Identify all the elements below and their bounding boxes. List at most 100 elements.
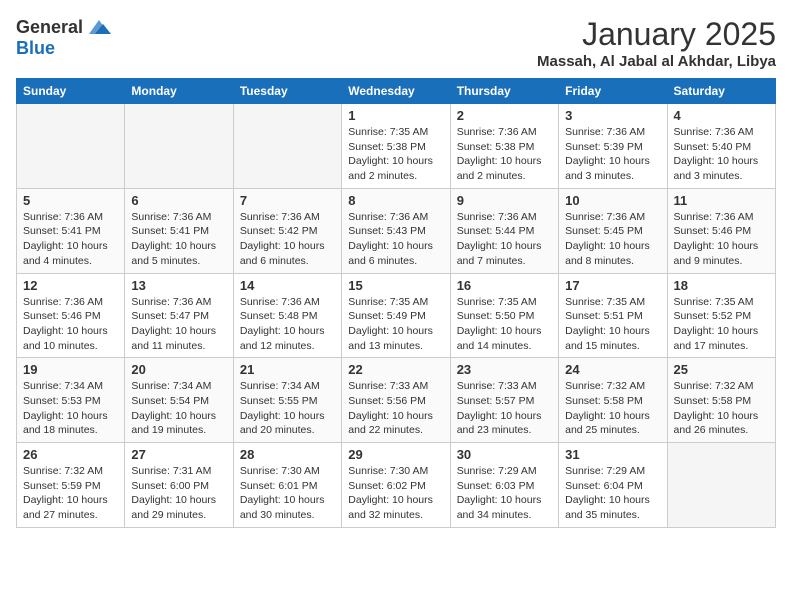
table-row: 24 Sunrise: 7:32 AMSunset: 5:58 PMDaylig… (559, 358, 667, 443)
table-row: 13 Sunrise: 7:36 AMSunset: 5:47 PMDaylig… (125, 273, 233, 358)
day-number: 25 (674, 362, 769, 377)
day-number: 28 (240, 447, 335, 462)
col-thursday: Thursday (450, 79, 558, 104)
day-number: 8 (348, 193, 443, 208)
table-row: 10 Sunrise: 7:36 AMSunset: 5:45 PMDaylig… (559, 188, 667, 273)
day-number: 3 (565, 108, 660, 123)
col-sunday: Sunday (17, 79, 125, 104)
table-row: 30 Sunrise: 7:29 AMSunset: 6:03 PMDaylig… (450, 443, 558, 528)
day-info: Sunrise: 7:31 AMSunset: 6:00 PMDaylight:… (131, 465, 216, 521)
day-number: 15 (348, 278, 443, 293)
table-row: 9 Sunrise: 7:36 AMSunset: 5:44 PMDayligh… (450, 188, 558, 273)
logo-general-text: General (16, 17, 83, 38)
day-number: 2 (457, 108, 552, 123)
day-info: Sunrise: 7:29 AMSunset: 6:03 PMDaylight:… (457, 465, 542, 521)
table-row: 11 Sunrise: 7:36 AMSunset: 5:46 PMDaylig… (667, 188, 775, 273)
logo: General Blue (16, 16, 113, 59)
day-info: Sunrise: 7:36 AMSunset: 5:48 PMDaylight:… (240, 296, 325, 352)
table-row: 15 Sunrise: 7:35 AMSunset: 5:49 PMDaylig… (342, 273, 450, 358)
day-info: Sunrise: 7:36 AMSunset: 5:41 PMDaylight:… (23, 211, 108, 267)
col-saturday: Saturday (667, 79, 775, 104)
day-info: Sunrise: 7:33 AMSunset: 5:57 PMDaylight:… (457, 380, 542, 436)
day-number: 4 (674, 108, 769, 123)
calendar-header-row: Sunday Monday Tuesday Wednesday Thursday… (17, 79, 776, 104)
day-number: 13 (131, 278, 226, 293)
day-number: 18 (674, 278, 769, 293)
calendar-week-2: 5 Sunrise: 7:36 AMSunset: 5:41 PMDayligh… (17, 188, 776, 273)
table-row: 19 Sunrise: 7:34 AMSunset: 5:53 PMDaylig… (17, 358, 125, 443)
day-info: Sunrise: 7:36 AMSunset: 5:46 PMDaylight:… (674, 211, 759, 267)
calendar-week-4: 19 Sunrise: 7:34 AMSunset: 5:53 PMDaylig… (17, 358, 776, 443)
table-row: 12 Sunrise: 7:36 AMSunset: 5:46 PMDaylig… (17, 273, 125, 358)
day-number: 21 (240, 362, 335, 377)
logo-icon (85, 16, 113, 38)
day-number: 31 (565, 447, 660, 462)
table-row: 16 Sunrise: 7:35 AMSunset: 5:50 PMDaylig… (450, 273, 558, 358)
table-row: 25 Sunrise: 7:32 AMSunset: 5:58 PMDaylig… (667, 358, 775, 443)
day-info: Sunrise: 7:36 AMSunset: 5:46 PMDaylight:… (23, 296, 108, 352)
day-number: 22 (348, 362, 443, 377)
day-info: Sunrise: 7:36 AMSunset: 5:45 PMDaylight:… (565, 211, 650, 267)
day-info: Sunrise: 7:32 AMSunset: 5:58 PMDaylight:… (674, 380, 759, 436)
day-info: Sunrise: 7:29 AMSunset: 6:04 PMDaylight:… (565, 465, 650, 521)
col-wednesday: Wednesday (342, 79, 450, 104)
day-info: Sunrise: 7:36 AMSunset: 5:39 PMDaylight:… (565, 126, 650, 182)
day-number: 6 (131, 193, 226, 208)
calendar-week-5: 26 Sunrise: 7:32 AMSunset: 5:59 PMDaylig… (17, 443, 776, 528)
col-friday: Friday (559, 79, 667, 104)
table-row (233, 104, 341, 189)
day-info: Sunrise: 7:30 AMSunset: 6:01 PMDaylight:… (240, 465, 325, 521)
table-row: 14 Sunrise: 7:36 AMSunset: 5:48 PMDaylig… (233, 273, 341, 358)
day-number: 30 (457, 447, 552, 462)
day-number: 26 (23, 447, 118, 462)
day-info: Sunrise: 7:36 AMSunset: 5:38 PMDaylight:… (457, 126, 542, 182)
table-row: 6 Sunrise: 7:36 AMSunset: 5:41 PMDayligh… (125, 188, 233, 273)
day-info: Sunrise: 7:32 AMSunset: 5:59 PMDaylight:… (23, 465, 108, 521)
table-row: 5 Sunrise: 7:36 AMSunset: 5:41 PMDayligh… (17, 188, 125, 273)
day-info: Sunrise: 7:33 AMSunset: 5:56 PMDaylight:… (348, 380, 433, 436)
day-number: 19 (23, 362, 118, 377)
day-number: 20 (131, 362, 226, 377)
day-number: 27 (131, 447, 226, 462)
table-row: 1 Sunrise: 7:35 AMSunset: 5:38 PMDayligh… (342, 104, 450, 189)
table-row: 21 Sunrise: 7:34 AMSunset: 5:55 PMDaylig… (233, 358, 341, 443)
col-tuesday: Tuesday (233, 79, 341, 104)
table-row: 4 Sunrise: 7:36 AMSunset: 5:40 PMDayligh… (667, 104, 775, 189)
table-row: 26 Sunrise: 7:32 AMSunset: 5:59 PMDaylig… (17, 443, 125, 528)
day-number: 10 (565, 193, 660, 208)
day-info: Sunrise: 7:35 AMSunset: 5:38 PMDaylight:… (348, 126, 433, 182)
day-number: 17 (565, 278, 660, 293)
day-number: 5 (23, 193, 118, 208)
table-row: 28 Sunrise: 7:30 AMSunset: 6:01 PMDaylig… (233, 443, 341, 528)
col-monday: Monday (125, 79, 233, 104)
day-number: 9 (457, 193, 552, 208)
day-number: 16 (457, 278, 552, 293)
calendar-title: January 2025 (537, 16, 776, 53)
day-info: Sunrise: 7:34 AMSunset: 5:54 PMDaylight:… (131, 380, 216, 436)
day-number: 14 (240, 278, 335, 293)
title-area: January 2025 Massah, Al Jabal al Akhdar,… (537, 16, 776, 70)
table-row: 31 Sunrise: 7:29 AMSunset: 6:04 PMDaylig… (559, 443, 667, 528)
day-info: Sunrise: 7:36 AMSunset: 5:41 PMDaylight:… (131, 211, 216, 267)
day-number: 11 (674, 193, 769, 208)
logo-blue-text: Blue (16, 38, 55, 58)
table-row: 17 Sunrise: 7:35 AMSunset: 5:51 PMDaylig… (559, 273, 667, 358)
table-row (125, 104, 233, 189)
table-row: 27 Sunrise: 7:31 AMSunset: 6:00 PMDaylig… (125, 443, 233, 528)
table-row: 7 Sunrise: 7:36 AMSunset: 5:42 PMDayligh… (233, 188, 341, 273)
day-info: Sunrise: 7:35 AMSunset: 5:51 PMDaylight:… (565, 296, 650, 352)
table-row: 20 Sunrise: 7:34 AMSunset: 5:54 PMDaylig… (125, 358, 233, 443)
table-row: 2 Sunrise: 7:36 AMSunset: 5:38 PMDayligh… (450, 104, 558, 189)
calendar-table: Sunday Monday Tuesday Wednesday Thursday… (16, 78, 776, 528)
table-row: 23 Sunrise: 7:33 AMSunset: 5:57 PMDaylig… (450, 358, 558, 443)
day-number: 24 (565, 362, 660, 377)
day-info: Sunrise: 7:35 AMSunset: 5:52 PMDaylight:… (674, 296, 759, 352)
table-row: 3 Sunrise: 7:36 AMSunset: 5:39 PMDayligh… (559, 104, 667, 189)
day-number: 1 (348, 108, 443, 123)
day-number: 7 (240, 193, 335, 208)
day-info: Sunrise: 7:32 AMSunset: 5:58 PMDaylight:… (565, 380, 650, 436)
calendar-week-1: 1 Sunrise: 7:35 AMSunset: 5:38 PMDayligh… (17, 104, 776, 189)
calendar-week-3: 12 Sunrise: 7:36 AMSunset: 5:46 PMDaylig… (17, 273, 776, 358)
day-info: Sunrise: 7:36 AMSunset: 5:42 PMDaylight:… (240, 211, 325, 267)
day-number: 29 (348, 447, 443, 462)
